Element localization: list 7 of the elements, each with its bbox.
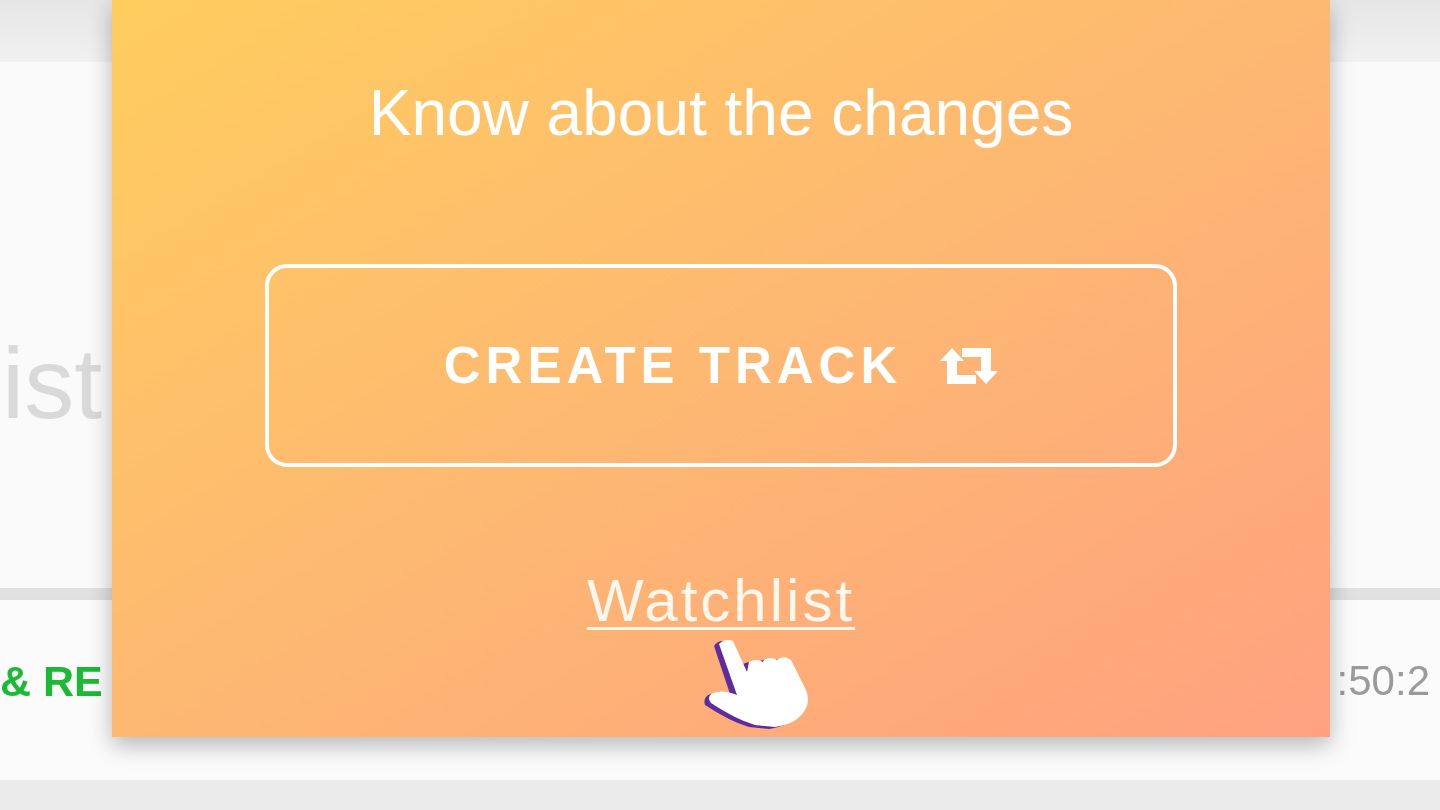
time-text: :50:2: [1336, 660, 1430, 702]
create-track-button[interactable]: CREATE TRACK: [265, 264, 1177, 467]
hand-cursor-icon: [703, 637, 811, 729]
modal-title: Know about the changes: [368, 76, 1074, 150]
watchlist-link[interactable]: Watchlist: [586, 566, 856, 635]
status-label: & RE: [0, 659, 103, 703]
retweet-icon: [940, 346, 999, 385]
